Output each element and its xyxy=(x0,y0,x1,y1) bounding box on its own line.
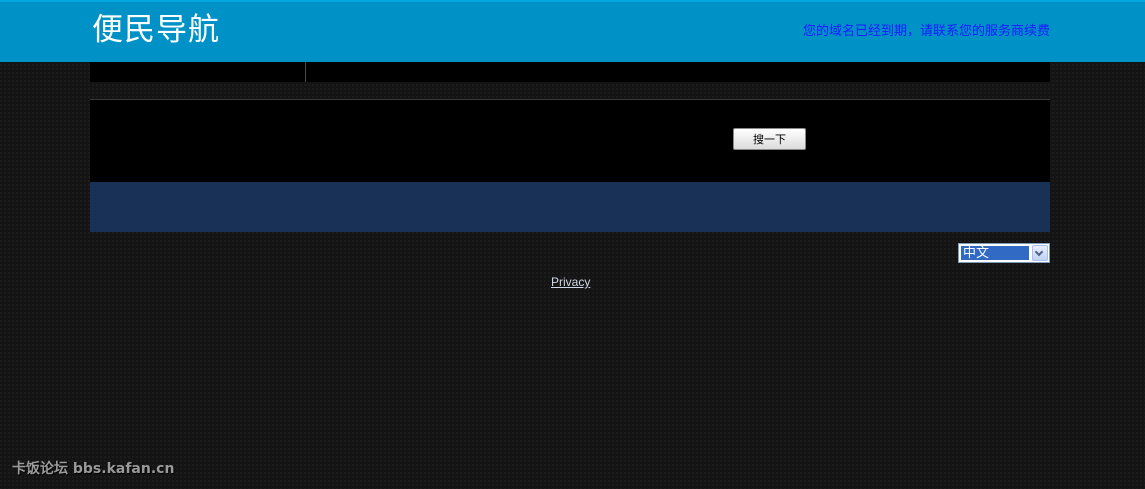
header-bar: 便民导航 您的域名已经到期，请联系您的服务商续费 xyxy=(0,0,1145,62)
content-band xyxy=(90,182,1050,232)
language-selected-value: 中文 xyxy=(961,246,1029,260)
domain-expired-notice-link[interactable]: 您的域名已经到期，请联系您的服务商续费 xyxy=(803,20,1050,39)
search-panel: 搜一下 xyxy=(90,99,1050,182)
chevron-down-icon[interactable] xyxy=(1032,245,1048,261)
top-nav-bar xyxy=(90,62,1050,82)
language-select[interactable]: 中文 xyxy=(958,243,1050,263)
search-button[interactable]: 搜一下 xyxy=(733,128,806,150)
nav-divider xyxy=(305,62,306,82)
privacy-link[interactable]: Privacy xyxy=(551,275,590,289)
site-title: 便民导航 xyxy=(92,12,220,48)
watermark-text: 卡饭论坛 bbs.kafan.cn xyxy=(12,461,175,477)
